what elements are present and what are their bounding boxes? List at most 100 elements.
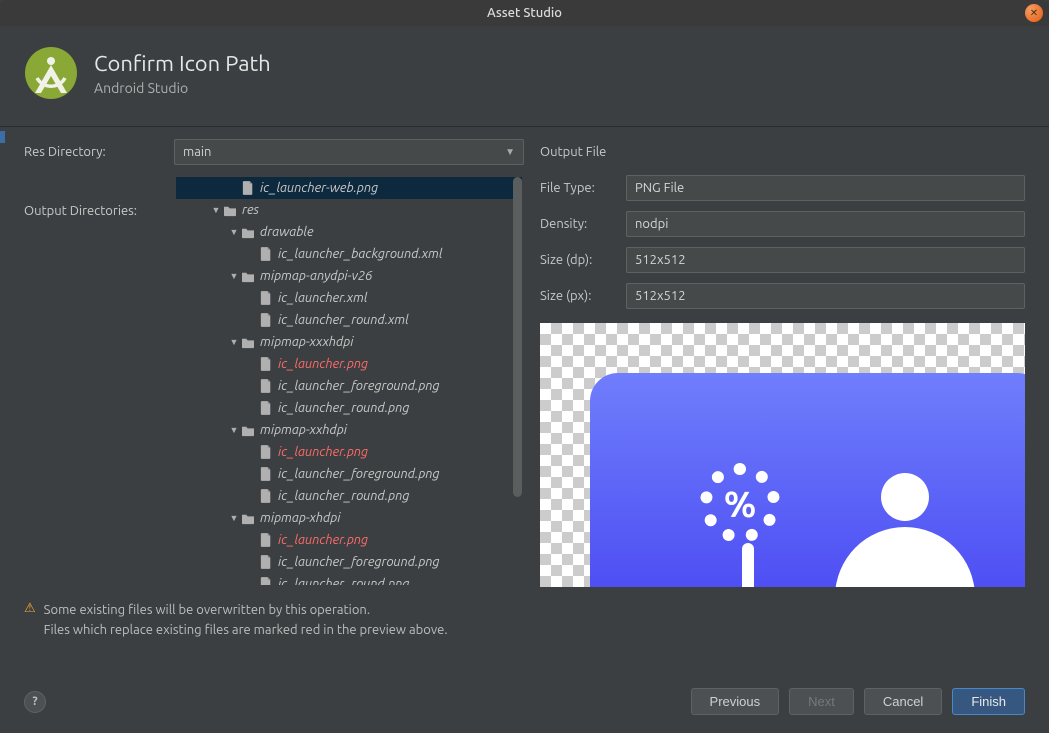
tree-node-label: ic_launcher_foreground.png (278, 379, 440, 393)
dialog-header: Confirm Icon Path Android Studio (0, 26, 1049, 127)
tree-node-label: drawable (260, 225, 314, 239)
density-value: nodpi (626, 211, 1025, 237)
tree-file[interactable]: ic_launcher_round.xml (176, 309, 522, 331)
finish-button[interactable]: Finish (952, 688, 1025, 715)
previous-button[interactable]: Previous (691, 688, 780, 715)
tree-scrollbar[interactable] (511, 176, 523, 586)
tree-node-label: ic_launcher_round.png (278, 577, 409, 586)
output-file-section-title: Output File (540, 139, 1025, 165)
file-icon (240, 181, 256, 196)
tree-node-label: mipmap-xxhdpi (260, 423, 347, 437)
warning-icon: ⚠ (24, 601, 36, 616)
tree-expand-arrow[interactable]: ▼ (228, 513, 240, 523)
android-studio-icon (24, 46, 78, 100)
tree-node-label: ic_launcher.png (278, 533, 368, 547)
tree-node-label: ic_launcher.xml (278, 291, 368, 305)
file-icon (258, 313, 274, 328)
left-accent-strip (0, 131, 5, 143)
folder-icon (240, 423, 256, 437)
tree-file[interactable]: ic_launcher_round.png (176, 485, 522, 507)
cancel-button[interactable]: Cancel (864, 688, 942, 715)
file-icon (258, 401, 274, 416)
dialog-title: Confirm Icon Path (94, 51, 271, 76)
tree-folder[interactable]: ▼ mipmap-xxxhdpi (176, 331, 522, 353)
window-titlebar: Asset Studio ✕ (0, 0, 1049, 26)
help-button[interactable]: ? (24, 691, 46, 713)
folder-icon (240, 269, 256, 283)
file-icon (258, 489, 274, 504)
size-px-value: 512x512 (626, 283, 1025, 309)
folder-icon (222, 203, 238, 217)
output-directories-label: Output Directories: (24, 204, 137, 218)
tree-file[interactable]: ic_launcher_foreground.png (176, 463, 522, 485)
tree-expand-arrow[interactable]: ▼ (210, 205, 222, 215)
tree-node-label: ic_launcher_round.png (278, 401, 409, 415)
tree-node-label: res (242, 203, 259, 217)
tree-file[interactable]: ic_launcher.png (176, 353, 522, 375)
output-preview: % (540, 323, 1025, 587)
tree-node-label: ic_launcher-web.png (260, 181, 378, 195)
res-directory-value: main (183, 145, 211, 159)
file-type-value: PNG File (626, 175, 1025, 201)
tree-folder[interactable]: ▼ mipmap-anydpi-v26 (176, 265, 522, 287)
file-icon (258, 357, 274, 372)
tree-node-label: ic_launcher_foreground.png (278, 555, 440, 569)
chevron-down-icon: ▼ (505, 146, 515, 158)
tree-node-label: ic_launcher_round.xml (278, 313, 409, 327)
window-close-button[interactable]: ✕ (1025, 4, 1043, 22)
tree-node-label: mipmap-anydpi-v26 (260, 269, 372, 283)
icon-preview-image: % (590, 373, 1025, 587)
tree-file[interactable]: ic_launcher.png (176, 441, 522, 463)
folder-icon (240, 335, 256, 349)
file-icon (258, 291, 274, 306)
tree-expand-arrow[interactable]: ▼ (228, 227, 240, 237)
tree-expand-arrow[interactable]: ▼ (228, 271, 240, 281)
tree-node-label: ic_launcher.png (278, 357, 368, 371)
tree-file[interactable]: ic_launcher_background.xml (176, 243, 522, 265)
output-directories-tree[interactable]: ic_launcher-web.png▼res▼drawableic_launc… (174, 175, 524, 587)
tree-expand-arrow[interactable]: ▼ (228, 425, 240, 435)
next-button[interactable]: Next (789, 688, 854, 715)
size-px-label: Size (px): (540, 289, 616, 303)
tree-file[interactable]: ic_launcher-web.png (176, 177, 522, 199)
size-dp-value: 512x512 (626, 247, 1025, 273)
warning-line-2: Files which replace existing files are m… (44, 621, 448, 641)
tree-node-label: ic_launcher_foreground.png (278, 467, 440, 481)
tree-folder[interactable]: ▼ res (176, 199, 522, 221)
folder-icon (240, 511, 256, 525)
tree-file[interactable]: ic_launcher_foreground.png (176, 551, 522, 573)
file-type-label: File Type: (540, 181, 616, 195)
res-directory-select[interactable]: main ▼ (174, 139, 524, 165)
file-icon (258, 445, 274, 460)
file-icon (258, 533, 274, 548)
file-icon (258, 577, 274, 586)
file-icon (258, 467, 274, 482)
dialog-subtitle: Android Studio (94, 80, 271, 96)
tree-node-label: mipmap-xxxhdpi (260, 335, 353, 349)
tree-node-label: ic_launcher.png (278, 445, 368, 459)
tree-folder[interactable]: ▼ mipmap-xxhdpi (176, 419, 522, 441)
tree-node-label: ic_launcher_round.png (278, 489, 409, 503)
size-dp-label: Size (dp): (540, 253, 616, 267)
tree-file[interactable]: ic_launcher.xml (176, 287, 522, 309)
close-icon: ✕ (1030, 7, 1038, 19)
warning-line-1: Some existing files will be overwritten … (44, 601, 448, 621)
tree-expand-arrow[interactable]: ▼ (228, 337, 240, 347)
tree-node-label: mipmap-xhdpi (260, 511, 340, 525)
file-icon (258, 379, 274, 394)
file-icon (258, 555, 274, 570)
tree-file[interactable]: ic_launcher_round.png (176, 397, 522, 419)
window-title: Asset Studio (487, 6, 562, 20)
density-label: Density: (540, 217, 616, 231)
scrollbar-thumb[interactable] (513, 177, 522, 497)
tree-node-label: ic_launcher_background.xml (278, 247, 443, 261)
warning-panel: ⚠ Some existing files will be overwritte… (0, 587, 1049, 640)
tree-file[interactable]: ic_launcher_foreground.png (176, 375, 522, 397)
folder-icon (240, 225, 256, 239)
dialog-footer: ? Previous Next Cancel Finish (0, 676, 1049, 733)
tree-file[interactable]: ic_launcher.png (176, 529, 522, 551)
tree-file[interactable]: ic_launcher_round.png (176, 573, 522, 586)
tree-folder[interactable]: ▼ drawable (176, 221, 522, 243)
res-directory-label: Res Directory: (24, 145, 164, 159)
tree-folder[interactable]: ▼ mipmap-xhdpi (176, 507, 522, 529)
